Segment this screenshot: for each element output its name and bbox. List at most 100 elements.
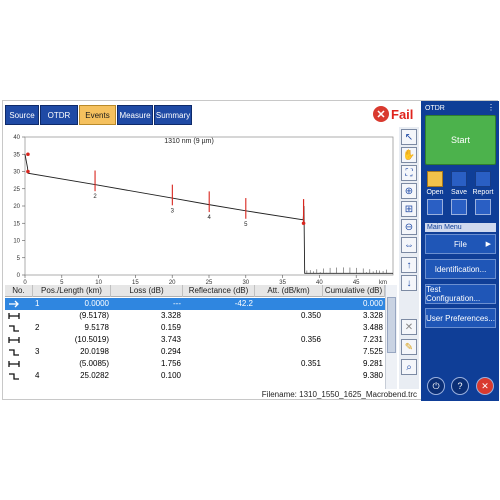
arrow-down-icon[interactable]: ↓ xyxy=(401,275,417,291)
table-row[interactable]: (10.5019) 3.743 0.356 7.231 xyxy=(5,334,385,346)
table-header: No. Pos./Length (km) Loss (dB) Reflectan… xyxy=(5,285,385,297)
test-configuration-button[interactable]: Test Configuration... xyxy=(425,284,496,304)
y-tick-label: 0 xyxy=(17,273,21,279)
cell-att: 0.350 xyxy=(300,311,321,320)
cell-pos: 20.0198 xyxy=(80,347,109,356)
main-menu-label: Main Menu xyxy=(425,223,496,232)
save-icon[interactable] xyxy=(451,171,467,187)
step-down-icon xyxy=(8,371,20,381)
power-icon[interactable]: ⏻ xyxy=(427,377,445,395)
tab-otdr[interactable]: OTDR xyxy=(40,105,78,125)
trace-svg: 05101520253035400 5 10 15 20 25 30 35 40 45 km1310… xyxy=(13,135,394,286)
cell-loss: 0.100 xyxy=(160,371,181,380)
cell-att xyxy=(255,346,323,358)
tab-source[interactable]: Source xyxy=(5,105,39,125)
cell-refl xyxy=(183,322,255,334)
filename-label: Filename: 1310_1550_1625_Macrobend.trc xyxy=(261,390,417,399)
cell-refl xyxy=(183,370,255,382)
tab-measure[interactable]: Measure xyxy=(117,105,153,125)
y-tick-label: 15 xyxy=(13,221,20,227)
close-icon[interactable]: ✕ xyxy=(476,377,494,395)
report-label: Report xyxy=(472,189,494,196)
cell-att: 0.351 xyxy=(300,359,321,368)
open-label: Open xyxy=(426,189,444,196)
cell-pos: 0.0000 xyxy=(84,299,109,308)
chevron-right-icon: ▶ xyxy=(485,241,491,248)
cell-cum: 7.525 xyxy=(362,347,383,356)
cell-refl xyxy=(183,346,255,358)
zoom-horizontal-icon[interactable]: ⇔ xyxy=(401,237,417,253)
span-icon xyxy=(8,335,20,345)
y-tick-label: 10 xyxy=(13,239,20,245)
col-pos: Pos./Length (km) xyxy=(33,285,111,297)
tool-c-icon[interactable] xyxy=(475,199,491,215)
edit-icon[interactable]: ✎ xyxy=(401,339,417,355)
col-att: Att. (dB/km) xyxy=(255,285,323,297)
table-row[interactable]: (9.5178) 3.328 0.350 3.328 xyxy=(5,310,385,322)
table-row[interactable]: 3 20.0198 0.294 7.525 xyxy=(5,346,385,358)
side-close-icon[interactable]: ⋮ xyxy=(487,103,495,112)
events-table: No. Pos./Length (km) Loss (dB) Reflectan… xyxy=(5,285,397,389)
col-reflectance: Reflectance (dB) xyxy=(183,285,255,297)
tool-b-icon[interactable] xyxy=(451,199,467,215)
cell-loss: --- xyxy=(173,299,181,308)
folder-icon[interactable] xyxy=(427,171,443,187)
table-row[interactable]: 1 0.0000 --- -42.2 0.000 xyxy=(5,298,385,310)
cell-refl xyxy=(183,334,255,346)
cell-cum: 0.000 xyxy=(362,299,383,308)
y-tick-label: 5 xyxy=(17,256,21,262)
otdr-window: Source OTDR Events Measure Summary ✕ Fai… xyxy=(2,100,499,401)
cell-cum: 9.281 xyxy=(362,359,383,368)
identification-button[interactable]: Identification... xyxy=(425,259,496,279)
file-menu-button[interactable]: File ▶ xyxy=(425,234,496,254)
table-row[interactable]: (5.0085) 1.756 0.351 9.281 xyxy=(5,358,385,370)
y-tick-label: 20 xyxy=(13,204,20,210)
user-preferences-button[interactable]: User Preferences... xyxy=(425,308,496,328)
fail-label: Fail xyxy=(391,106,414,122)
col-no: No. xyxy=(5,285,33,297)
cell-refl: -42.2 xyxy=(234,299,253,308)
delete-icon[interactable]: ✕ xyxy=(401,319,417,335)
scrollbar-thumb[interactable] xyxy=(387,297,396,353)
table-row[interactable]: 2 9.5178 0.159 3.488 xyxy=(5,322,385,334)
cell-loss: 1.756 xyxy=(160,359,181,368)
cell-loss: 0.159 xyxy=(160,323,181,332)
marker-point xyxy=(26,169,30,174)
cell-att xyxy=(255,370,323,382)
cell-cum: 7.231 xyxy=(362,335,383,344)
zoom-out-icon[interactable]: ⊖ xyxy=(401,219,417,235)
hand-icon[interactable]: ✋ xyxy=(401,147,417,163)
tool-a-icon[interactable] xyxy=(427,199,443,215)
y-tick-label: 35 xyxy=(13,152,20,158)
help-icon[interactable]: ? xyxy=(451,377,469,395)
table-row[interactable]: 4 25.0282 0.100 9.380 xyxy=(5,370,385,382)
zoom-fit-icon[interactable]: ⛶ xyxy=(401,165,417,181)
start-button[interactable]: Start xyxy=(425,115,496,165)
fail-status: ✕ Fail xyxy=(373,104,419,124)
search-icon[interactable]: ⌕ xyxy=(401,359,417,375)
fail-icon: ✕ xyxy=(373,106,389,122)
side-panel-title: OTDR xyxy=(425,105,445,112)
y-tick-label: 25 xyxy=(13,187,20,193)
graph-toolbar: ↖ ✋ ⛶ ⊕ ⊞ ⊖ ⇔ ↑ ↓ ✕ ✎ ⌕ xyxy=(399,127,419,389)
launch-arrow-icon xyxy=(8,299,20,309)
side-panel: OTDR ⋮ Start Open Save Report Main Menu … xyxy=(421,101,499,401)
tab-events[interactable]: Events xyxy=(79,105,116,125)
zoom-in-icon[interactable]: ⊕ xyxy=(401,183,417,199)
cell-pos: (5.0085) xyxy=(79,359,109,368)
cell-pos: 9.5178 xyxy=(84,323,109,332)
cell-att xyxy=(255,322,323,334)
span-icon xyxy=(8,311,20,321)
arrow-up-icon[interactable]: ↑ xyxy=(401,257,417,273)
cell-loss: 0.294 xyxy=(160,347,181,356)
tab-summary[interactable]: Summary xyxy=(154,105,192,125)
cell-att xyxy=(255,298,323,310)
table-scrollbar[interactable] xyxy=(385,285,397,389)
cell-refl xyxy=(183,310,255,322)
select-arrow-icon[interactable]: ↖ xyxy=(401,129,417,145)
report-icon[interactable] xyxy=(475,171,491,187)
zoom-area-icon[interactable]: ⊞ xyxy=(401,201,417,217)
cell-refl xyxy=(183,358,255,370)
otdr-trace-chart[interactable]: 0 5 10 15 20 25 30 35 40 0 5 10 15 20 25 30 35 40 45 km 1310… xyxy=(5,127,397,286)
col-cumulative: Cumulative (dB) xyxy=(323,285,385,297)
